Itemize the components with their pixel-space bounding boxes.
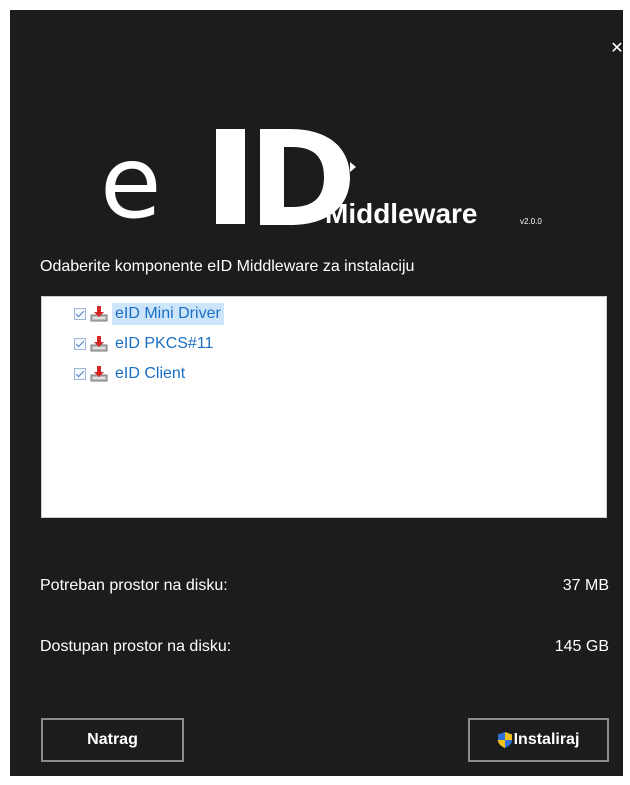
logo-letter-e: e	[100, 124, 162, 241]
logo-arrows-icon	[325, 159, 356, 175]
tree-item-mini-driver[interactable]: eID Mini Driver	[74, 303, 224, 325]
tree-item-client[interactable]: eID Client	[74, 363, 188, 385]
tree-item-label: eID Mini Driver	[112, 303, 224, 325]
tree-item-pkcs11[interactable]: eID PKCS#11	[74, 333, 216, 355]
tree-item-label: eID PKCS#11	[115, 335, 214, 352]
logo-letter-i	[216, 129, 245, 224]
eid-middleware-logo: e Middleware v2.0.0	[100, 125, 570, 245]
package-install-icon	[90, 336, 108, 352]
close-icon[interactable]: ✕	[607, 38, 627, 58]
install-button[interactable]: Instaliraj	[468, 718, 609, 762]
logo-version: v2.0.0	[520, 217, 542, 226]
checkbox[interactable]	[74, 338, 86, 350]
tree-item-label: eID Client	[115, 365, 186, 382]
available-space-value: 145 GB	[554, 638, 609, 655]
checkbox[interactable]	[74, 308, 86, 320]
package-install-icon	[90, 366, 108, 382]
required-space-label: Potreban prostor na disku:	[40, 577, 228, 594]
component-tree[interactable]: eID Mini Driver eID PKCS#11 eID Client	[41, 296, 607, 518]
back-button[interactable]: Natrag	[41, 718, 184, 762]
installer-window: ✕ e Middleware v2.0.0 Odaberite komponen…	[10, 10, 624, 776]
uac-shield-icon	[497, 732, 512, 748]
available-space-label: Dostupan prostor na disku:	[40, 638, 232, 655]
back-button-label: Natrag	[87, 731, 138, 748]
components-prompt: Odaberite komponente eID Middleware za i…	[40, 258, 415, 275]
package-install-icon	[90, 306, 108, 322]
required-space-value: 37 MB	[562, 577, 609, 594]
logo-product-name: Middleware	[325, 198, 478, 229]
install-button-label: Instaliraj	[513, 731, 580, 748]
checkbox[interactable]	[74, 368, 86, 380]
